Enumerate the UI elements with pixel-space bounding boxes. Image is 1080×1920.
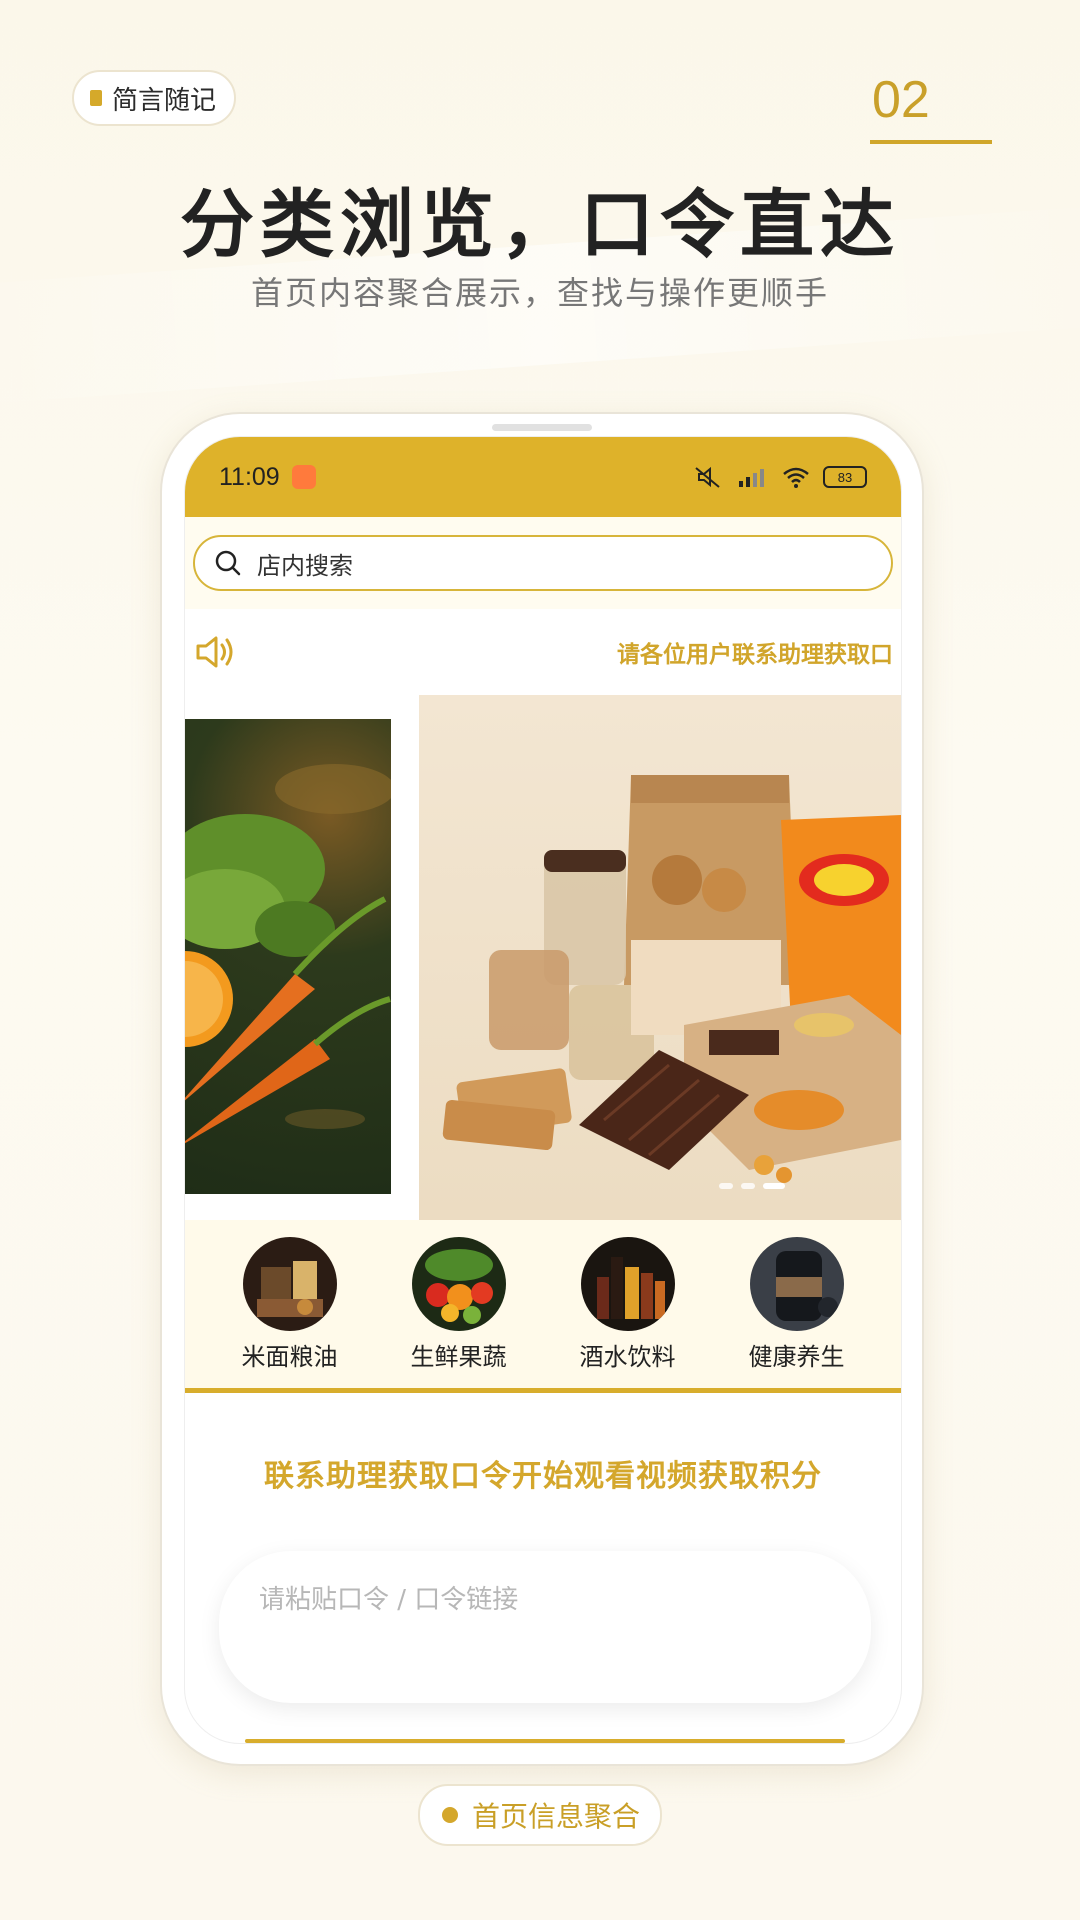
search-input[interactable]: 店内搜索 — [193, 535, 893, 591]
page-subtitle: 首页内容聚合展示，查找与操作更顺手 — [250, 274, 829, 312]
banner-image-vegetables[interactable] — [185, 719, 391, 1194]
search-area: 店内搜索 — [185, 517, 901, 609]
carousel-dot[interactable] — [741, 1183, 755, 1189]
category-grain-oil[interactable]: 米面粮油 — [241, 1236, 338, 1372]
category-drinks[interactable]: 酒水饮料 — [579, 1236, 676, 1372]
brand-label: 简言随记 — [112, 85, 217, 116]
footer-tag-label: 首页信息聚合 — [472, 1800, 641, 1833]
phone-mockup: 11:09 83 店内搜索 请各位用户联系助理获取口 米面粮油 生鲜果蔬 酒水饮… — [160, 412, 924, 1766]
carousel-indicators — [719, 1183, 785, 1189]
carousel-dot-active[interactable] — [763, 1183, 785, 1189]
mute-icon — [695, 466, 720, 488]
notice-bar[interactable]: 请各位用户联系助理获取口 — [185, 609, 901, 695]
phone-screen: 11:09 83 店内搜索 请各位用户联系助理获取口 米面粮油 生鲜果蔬 酒水饮… — [184, 436, 902, 1744]
category-label: 米面粮油 — [241, 1342, 338, 1371]
notice-text: 请各位用户联系助理获取口 — [617, 642, 893, 668]
category-label: 健康养生 — [748, 1342, 845, 1371]
banner-image-snacks[interactable] — [419, 695, 901, 1220]
category-image — [411, 1236, 506, 1331]
speaker-icon — [196, 636, 233, 668]
paste-code-placeholder: 请粘贴口令 / 口令链接 — [259, 1585, 519, 1615]
page-number: 02 — [872, 71, 930, 129]
category-image — [242, 1236, 337, 1331]
category-label: 酒水饮料 — [579, 1342, 676, 1371]
page-number-underline — [870, 140, 992, 144]
status-time: 11:09 — [219, 462, 280, 491]
battery-icon: 83 — [823, 466, 867, 488]
category-health[interactable]: 健康养生 — [748, 1236, 845, 1372]
carousel-dot[interactable] — [719, 1183, 733, 1189]
bottom-accent-line — [245, 1739, 845, 1743]
category-row: 米面粮油 生鲜果蔬 酒水饮料 健康养生 — [185, 1220, 901, 1388]
footer-tag: 首页信息聚合 — [418, 1784, 663, 1846]
category-image — [580, 1236, 675, 1331]
search-placeholder: 店内搜索 — [257, 551, 353, 580]
banner-carousel[interactable] — [185, 695, 901, 1220]
category-label: 生鲜果蔬 — [410, 1342, 507, 1371]
cta-text: 联系助理获取口令开始观看视频获取积分 — [264, 1459, 822, 1494]
snacks-illustration — [442, 775, 901, 1183]
page-title: 分类浏览，口令直达 — [180, 182, 900, 268]
status-icons: 83 — [693, 465, 867, 489]
search-icon — [215, 550, 241, 576]
section-divider — [185, 1388, 901, 1393]
paste-code-input[interactable]: 请粘贴口令 / 口令链接 — [219, 1551, 871, 1703]
dot-icon — [442, 1807, 458, 1823]
brand-tag: 简言随记 — [72, 70, 237, 126]
status-bar: 11:09 83 — [185, 437, 901, 517]
vegetables-illustration — [185, 764, 391, 1144]
category-fresh-produce[interactable]: 生鲜果蔬 — [410, 1236, 507, 1372]
category-image — [749, 1236, 844, 1331]
phone-speaker — [492, 424, 592, 431]
app-notification-icon — [291, 465, 316, 489]
wifi-icon — [783, 467, 809, 488]
square-icon — [90, 90, 102, 106]
signal-icon — [739, 469, 764, 487]
